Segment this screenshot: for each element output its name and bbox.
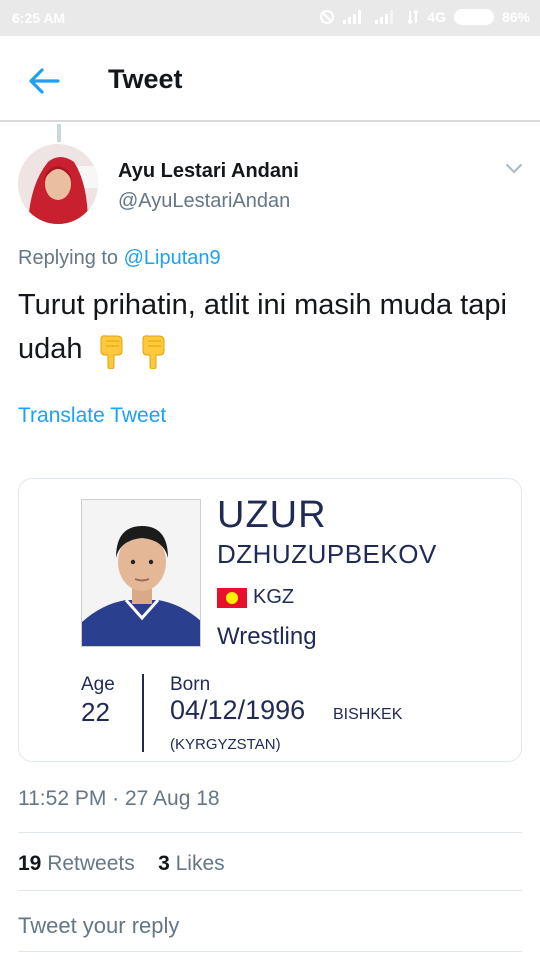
status-bar: 6:25 AM 4G 86% bbox=[0, 0, 540, 36]
athlete-last-name: DZHUZUPBEKOV bbox=[217, 539, 437, 569]
page-title: Tweet bbox=[108, 64, 183, 94]
author-handle[interactable]: @AyuLestariAndan bbox=[118, 190, 290, 213]
born-country: (KYRGYZSTAN) bbox=[170, 736, 281, 753]
age-label: Age bbox=[81, 674, 115, 695]
network-type: 4G bbox=[427, 9, 446, 25]
athlete-photo bbox=[81, 499, 201, 647]
born-city: BISHKEK bbox=[333, 706, 403, 723]
athlete-photo-image bbox=[82, 500, 200, 646]
tweet-body: Turut prihatin, atlit ini masih muda tap… bbox=[18, 289, 507, 365]
divider bbox=[142, 674, 144, 752]
status-time: 6:25 AM bbox=[12, 10, 66, 26]
age-value: 22 bbox=[81, 697, 110, 727]
translate-tweet-link[interactable]: Translate Tweet bbox=[18, 404, 166, 428]
divider bbox=[18, 890, 522, 891]
thread-connector bbox=[57, 124, 61, 142]
kyrgyzstan-flag-icon bbox=[217, 588, 247, 608]
retweets-count: 19 bbox=[18, 852, 42, 875]
replying-to: Replying to @Liputan9 bbox=[18, 247, 221, 270]
divider bbox=[18, 832, 522, 833]
media-card[interactable]: UZUR DZHUZUPBEKOV KGZ Wrestling Age 22 B… bbox=[18, 478, 522, 762]
sport: Wrestling bbox=[217, 623, 317, 650]
signal-icon bbox=[343, 10, 367, 24]
born-label: Born bbox=[170, 674, 211, 695]
replying-to-link[interactable]: @Liputan9 bbox=[124, 247, 221, 269]
signal-icon bbox=[375, 10, 399, 24]
pointing-down-hand-icon bbox=[142, 335, 165, 369]
athlete-first-name: UZUR bbox=[217, 494, 327, 536]
author-name[interactable]: Ayu Lestari Andani bbox=[118, 160, 299, 183]
data-arrows-icon bbox=[407, 9, 419, 25]
chevron-down-icon[interactable] bbox=[502, 158, 526, 178]
pointing-down-hand-icon bbox=[100, 335, 123, 369]
avatar-image bbox=[18, 144, 98, 224]
retweets-label: Retweets bbox=[47, 852, 135, 875]
replying-prefix: Replying to bbox=[18, 247, 119, 269]
tweet-text: Turut prihatin, atlit ini masih muda tap… bbox=[18, 283, 528, 372]
mute-icon bbox=[320, 10, 335, 24]
likes-label: Likes bbox=[175, 852, 225, 875]
app-bar: Tweet bbox=[0, 36, 540, 122]
athlete-profile: UZUR DZHUZUPBEKOV KGZ Wrestling Age 22 B… bbox=[39, 479, 503, 761]
divider bbox=[18, 951, 522, 952]
avatar[interactable] bbox=[18, 144, 98, 224]
arrow-left-icon[interactable] bbox=[26, 63, 62, 99]
likes-stat[interactable]: 3 Likes bbox=[158, 852, 225, 875]
battery-level: 86% bbox=[501, 9, 530, 25]
tweet-timestamp: 11:52 PM · 27 Aug 18 bbox=[18, 787, 220, 810]
emoji-group bbox=[97, 328, 173, 372]
likes-count: 3 bbox=[158, 852, 170, 875]
reply-input[interactable]: Tweet your reply bbox=[18, 913, 179, 939]
born-date: 04/12/1996 bbox=[170, 695, 306, 725]
engagement-stats: 19 Retweets 3 Likes bbox=[18, 852, 225, 876]
retweets-stat[interactable]: 19 Retweets bbox=[18, 852, 135, 875]
battery-icon bbox=[453, 9, 494, 25]
country-code: KGZ bbox=[253, 586, 295, 608]
status-icons: 4G 86% bbox=[319, 9, 530, 25]
